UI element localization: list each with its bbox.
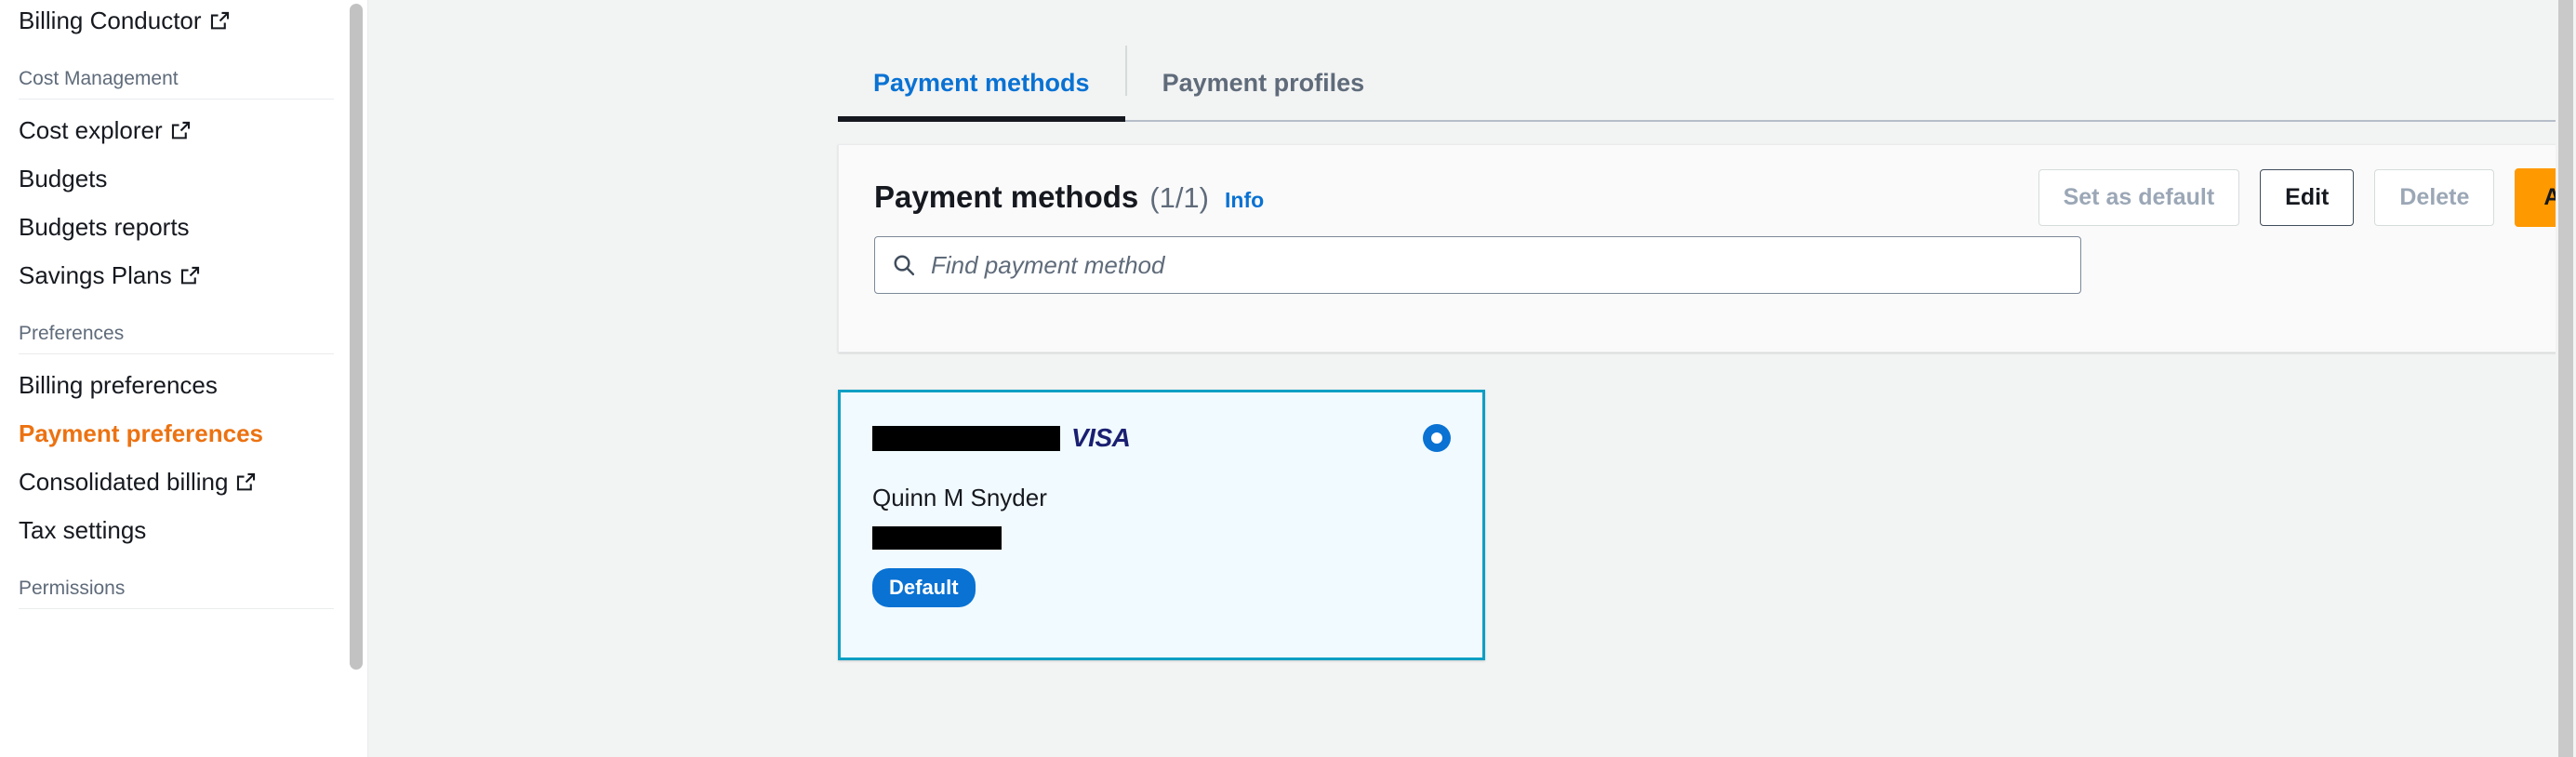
payment-methods-panel: Payment methods (1/1) Info Set as defaul… (838, 144, 2576, 352)
sidebar-content: Billing Conductor Cost Management Cost e… (0, 0, 367, 609)
panel-header: Payment methods (1/1) Info Set as defaul… (839, 145, 2576, 227)
sidebar-item-savings-plans[interactable]: Savings Plans (19, 251, 334, 299)
tab-bar: Payment methods Payment profiles (838, 0, 2576, 122)
sidebar-item-label: Consolidated billing (19, 468, 229, 496)
search-box[interactable] (874, 236, 2081, 294)
sidebar-item-label: Budgets reports (19, 213, 190, 241)
sidebar-item-consolidated-billing[interactable]: Consolidated billing (19, 458, 334, 506)
sidebar-item-label: Billing preferences (19, 371, 218, 399)
sidebar-item-payment-preferences[interactable]: Payment preferences (19, 409, 334, 458)
external-link-icon (171, 121, 191, 140)
tab-payment-methods[interactable]: Payment methods (838, 69, 1125, 122)
sidebar-item-budgets[interactable]: Budgets (19, 154, 334, 203)
sidebar-item-budgets-reports[interactable]: Budgets reports (19, 203, 334, 251)
payment-method-card[interactable]: VISA Quinn M Snyder Default (838, 390, 1485, 660)
redacted-expiry (872, 526, 1002, 550)
billing-console-page: Billing Conductor Cost Management Cost e… (0, 0, 2576, 757)
external-link-icon (236, 472, 256, 492)
sidebar-item-label: Cost explorer (19, 116, 163, 144)
page-title: Payment methods (874, 179, 1139, 214)
redacted-card-number (872, 425, 1060, 451)
card-holder-name: Quinn M Snyder (872, 484, 1047, 511)
sidebar-section-title: Preferences (19, 323, 125, 344)
tab-label: Payment profiles (1162, 69, 1365, 97)
radio-inner-dot (1431, 432, 1442, 444)
page-scrollbar[interactable] (2556, 0, 2576, 757)
sidebar-section-permissions: Permissions (19, 578, 334, 609)
search-icon (892, 253, 916, 277)
tab-label: Payment methods (873, 69, 1090, 97)
sidebar-item-cost-explorer[interactable]: Cost explorer (19, 100, 334, 154)
sidebar-item-label: Savings Plans (19, 261, 172, 289)
search-section (839, 236, 2576, 294)
sidebar-section-title: Permissions (19, 578, 126, 599)
sidebar-item-billing-conductor[interactable]: Billing Conductor (19, 0, 334, 45)
external-link-icon (210, 11, 230, 31)
sidebar-section-preferences: Preferences (19, 324, 334, 354)
payment-card-header: VISA (872, 418, 1451, 458)
sidebar-item-label: Budgets (19, 165, 108, 193)
panel-action-buttons: Set as default Edit Delete Add payment m… (2038, 167, 2576, 227)
sidebar-navigation: Billing Conductor Cost Management Cost e… (0, 0, 368, 757)
sidebar-scrollbar[interactable] (345, 0, 367, 757)
card-expiry-row (872, 526, 1451, 550)
delete-button[interactable]: Delete (2374, 168, 2495, 226)
edit-button[interactable]: Edit (2260, 168, 2355, 226)
sidebar-divider (19, 608, 334, 609)
sidebar-item-billing-preferences[interactable]: Billing preferences (19, 354, 334, 409)
page-scrollbar-thumb[interactable] (2558, 0, 2573, 757)
sidebar-item-label: Billing Conductor (19, 7, 202, 34)
sidebar-item-label: Tax settings (19, 516, 147, 544)
external-link-icon (180, 266, 200, 286)
search-input[interactable] (931, 250, 2064, 280)
item-count: (1/1) (1149, 181, 1209, 214)
set-as-default-button[interactable]: Set as default (2038, 168, 2240, 226)
panel-title-group: Payment methods (1/1) Info (874, 181, 1264, 213)
info-link[interactable]: Info (1225, 188, 1264, 213)
tab-payment-profiles[interactable]: Payment profiles (1127, 71, 1401, 120)
sidebar-section-cost-management: Cost Management (19, 69, 334, 100)
card-number-and-brand: VISA (872, 423, 1131, 452)
visa-logo-icon: VISA (1071, 423, 1131, 452)
main-content: Payment methods Payment profiles Payment… (368, 0, 2576, 757)
select-payment-method-radio[interactable] (1423, 424, 1451, 452)
sidebar-scrollbar-thumb[interactable] (350, 4, 363, 670)
default-status-badge: Default (872, 568, 976, 607)
sidebar-item-label: Payment preferences (19, 419, 264, 447)
sidebar-section-title: Cost Management (19, 68, 179, 89)
sidebar-item-tax-settings[interactable]: Tax settings (19, 506, 334, 554)
